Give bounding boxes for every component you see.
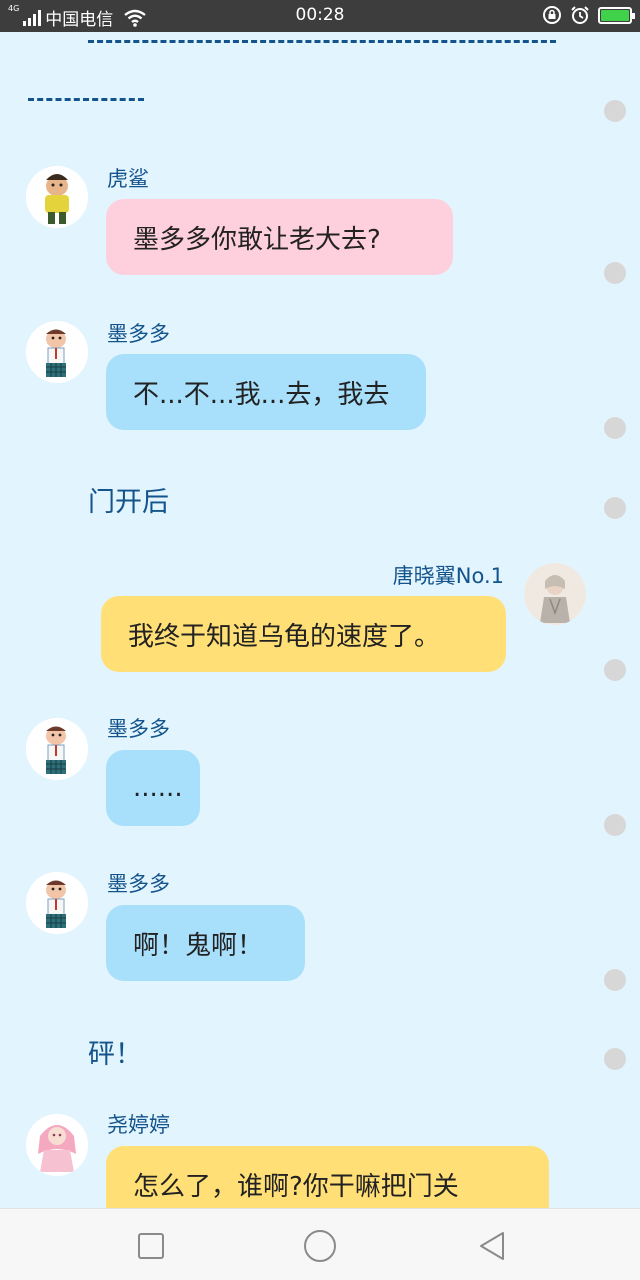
message-bubble[interactable]: 墨多多你敢让老大去? [106, 199, 453, 275]
message-bubble[interactable]: ...... [106, 750, 200, 826]
avatar-mo-duoduo[interactable] [26, 321, 88, 383]
status-bar: 4G 中国电信 00:28 [0, 0, 640, 32]
status-right [542, 5, 635, 25]
avatar-mo-duoduo[interactable] [26, 718, 88, 780]
dash-divider [28, 98, 144, 101]
message-bubble[interactable]: 我终于知道乌龟的速度了。 [101, 596, 506, 672]
scroll-dot[interactable] [604, 100, 626, 122]
scroll-dot[interactable] [604, 659, 626, 681]
speaker-name: 唐晓翼No.1 [392, 564, 504, 588]
speaker-name: 尧婷婷 [107, 1113, 170, 1137]
avatar-mo-duoduo[interactable] [26, 872, 88, 934]
avatar-hu-sha[interactable] [26, 166, 88, 228]
scroll-dot[interactable] [604, 497, 626, 519]
scroll-dot[interactable] [604, 969, 626, 991]
avatar-tang-xiaoyi[interactable] [524, 563, 586, 625]
battery-charging-icon [598, 6, 635, 24]
speaker-name: 墨多多 [107, 717, 170, 741]
scroll-dot[interactable] [604, 262, 626, 284]
home-button[interactable] [303, 1229, 337, 1263]
speaker-name: 墨多多 [107, 872, 170, 896]
back-button[interactable] [475, 1229, 509, 1263]
scroll-dot[interactable] [604, 1048, 626, 1070]
message-bubble[interactable]: 怎么了，谁啊?你干嘛把门关 [106, 1146, 549, 1208]
recent-apps-button[interactable] [134, 1229, 168, 1263]
alarm-icon [571, 6, 589, 24]
dash-divider [88, 40, 556, 43]
message-bubble[interactable]: 啊！鬼啊！ [106, 905, 305, 981]
lock-rotation-icon [543, 6, 561, 24]
scroll-dot[interactable] [604, 417, 626, 439]
speaker-name: 墨多多 [107, 322, 170, 346]
scroll-dot[interactable] [604, 814, 626, 836]
chat-area[interactable]: 虎鲨 墨多多你敢让老大去? 墨多多 不...不...我...去，我去 门开后 唐… [0, 32, 640, 1208]
narration-text: 砰！ [88, 1039, 142, 1070]
navigation-bar [0, 1208, 640, 1280]
speaker-name: 虎鲨 [107, 167, 149, 191]
narration-text: 门开后 [88, 487, 169, 518]
message-bubble[interactable]: 不...不...我...去，我去 [106, 354, 426, 430]
avatar-yao-tingting[interactable] [26, 1114, 88, 1176]
